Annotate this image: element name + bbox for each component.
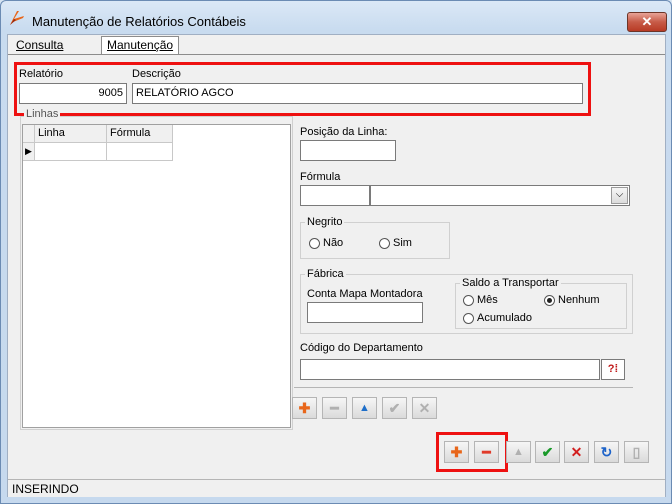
negrito-nao-label: Não bbox=[323, 237, 344, 249]
window-title: Manutenção de Relatórios Contábeis bbox=[32, 14, 246, 29]
posicao-input[interactable] bbox=[300, 140, 396, 161]
column-header-formula-label: Fórmula bbox=[110, 127, 151, 139]
fabrica-group-title: Fábrica bbox=[305, 268, 346, 280]
exit-button[interactable]: ▯ bbox=[624, 441, 649, 463]
linhas-group-title: Linhas bbox=[24, 108, 61, 120]
negrito-nao-radio[interactable] bbox=[309, 238, 320, 249]
status-bar: INSERINDO bbox=[8, 479, 665, 497]
linhas-grid[interactable]: Linha Fórmula ▶ bbox=[22, 124, 291, 428]
column-header-formula[interactable]: Fórmula bbox=[107, 125, 173, 143]
confirm-button[interactable]: ✔ bbox=[535, 441, 560, 463]
client-area: Consulta Manutenção Relatório 9005 Descr… bbox=[7, 34, 666, 497]
posicao-label: Posição da Linha: bbox=[300, 126, 388, 138]
tab-consulta-label: Consulta bbox=[16, 38, 64, 52]
negrito-sim-radio[interactable] bbox=[379, 238, 390, 249]
chevron-down-icon[interactable]: ⌵ bbox=[611, 187, 628, 204]
conta-mapa-input[interactable] bbox=[307, 302, 423, 323]
saldo-mes-label: Mês bbox=[477, 294, 498, 306]
descricao-label: Descrição bbox=[132, 68, 181, 80]
close-button[interactable]: ✕ bbox=[627, 12, 667, 32]
add-button[interactable]: ✚ bbox=[444, 441, 469, 463]
saldo-acumulado-radio[interactable] bbox=[463, 313, 474, 324]
saldo-nenhum-radio[interactable] bbox=[544, 295, 555, 306]
column-header-linha-label: Linha bbox=[38, 127, 65, 139]
saldo-acumulado-label: Acumulado bbox=[477, 312, 533, 324]
negrito-sim-label: Sim bbox=[393, 237, 412, 249]
formula-code-input[interactable] bbox=[300, 185, 370, 206]
relatorio-label: Relatório bbox=[19, 68, 64, 80]
inner-remove-button[interactable]: ━ bbox=[322, 397, 347, 419]
remove-button[interactable]: ━ bbox=[474, 441, 499, 463]
inner-cancel-button[interactable]: ✕ bbox=[412, 397, 437, 419]
refresh-button[interactable]: ↻ bbox=[594, 441, 619, 463]
row-indicator-icon: ▶ bbox=[23, 143, 35, 161]
inner-confirm-button[interactable]: ✔ bbox=[382, 397, 407, 419]
negrito-group-title: Negrito bbox=[305, 216, 345, 228]
app-logo-icon bbox=[10, 11, 24, 25]
move-up-button[interactable]: ▲ bbox=[506, 441, 531, 463]
descricao-input[interactable]: RELATÓRIO AGCO bbox=[132, 83, 583, 104]
inner-move-up-button[interactable]: ▲ bbox=[352, 397, 377, 419]
cancel-button[interactable]: ✕ bbox=[564, 441, 589, 463]
tab-strip-divider bbox=[8, 54, 665, 55]
inner-add-button[interactable]: ✚ bbox=[292, 397, 317, 419]
table-cell-formula[interactable] bbox=[107, 143, 173, 161]
departamento-input[interactable] bbox=[300, 359, 600, 380]
formula-label: Fórmula bbox=[300, 171, 341, 183]
formula-select[interactable] bbox=[370, 185, 630, 206]
tab-consulta[interactable]: Consulta bbox=[11, 37, 68, 54]
grid-corner bbox=[23, 125, 35, 143]
saldo-mes-radio[interactable] bbox=[463, 295, 474, 306]
relatorio-input[interactable]: 9005 bbox=[19, 83, 127, 104]
tab-manutencao-label: Manutenção bbox=[107, 38, 174, 52]
departamento-label: Código do Departamento bbox=[300, 342, 423, 354]
saldo-nenhum-label: Nenhum bbox=[558, 294, 600, 306]
conta-mapa-label: Conta Mapa Montadora bbox=[307, 288, 423, 300]
title-bar: Manutenção de Relatórios Contábeis ✕ bbox=[0, 0, 672, 34]
table-cell-linha[interactable] bbox=[35, 143, 107, 161]
saldo-group-title: Saldo a Transportar bbox=[460, 277, 561, 289]
form-divider bbox=[294, 387, 633, 388]
status-text: INSERINDO bbox=[12, 482, 79, 496]
column-header-linha[interactable]: Linha bbox=[35, 125, 107, 143]
lookup-icon[interactable]: ?⁞ bbox=[601, 359, 625, 380]
tab-manutencao[interactable]: Manutenção bbox=[101, 36, 180, 55]
